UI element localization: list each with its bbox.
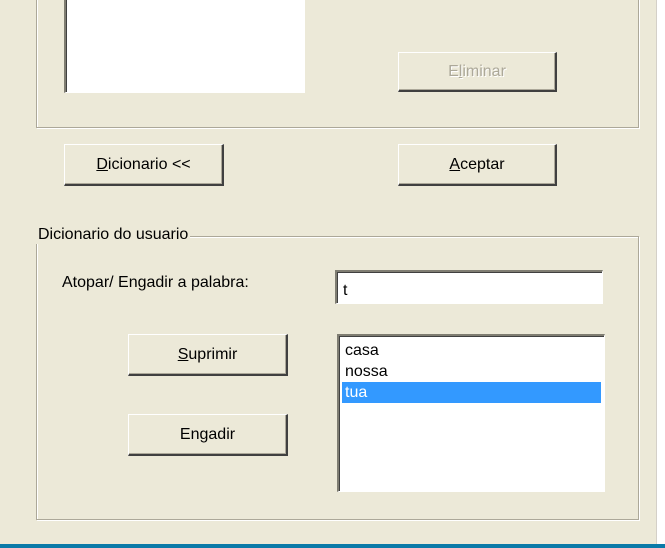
taskbar-strip [0, 544, 665, 548]
top-listbox[interactable] [64, 0, 305, 93]
engadir-button[interactable]: Engadir [128, 414, 288, 456]
eliminar-button[interactable]: El iminar [398, 52, 557, 92]
word-list-item[interactable]: casa [342, 340, 601, 361]
dialog-window: El iminar Dicionario << Aceptar Dicionari… [0, 0, 665, 548]
eliminar-label-suffix: iminar [462, 62, 506, 80]
dicionario-label-rest: icionario << [107, 155, 191, 173]
user-words-listbox[interactable]: casa nossa tua [337, 334, 605, 492]
word-list-item-selected[interactable]: tua [342, 382, 601, 403]
word-list-item[interactable]: nossa [342, 361, 601, 382]
find-add-word-label: Atopar/ Engadir a palabra: [62, 274, 249, 291]
aceptar-button[interactable]: Aceptar [398, 144, 557, 186]
aceptar-label-rest: ceptar [460, 155, 505, 173]
suprimir-button[interactable]: Suprimir [128, 334, 288, 376]
suprimir-label-rest: uprimir [188, 345, 238, 363]
window-right-edge [656, 0, 665, 548]
dicionario-mnemonic: D [96, 155, 108, 173]
aceptar-mnemonic: A [449, 155, 461, 173]
user-dictionary-title: Dicionario do usuario [36, 226, 191, 244]
suprimir-mnemonic: S [177, 345, 189, 363]
eliminar-label-prefix: E [448, 62, 459, 80]
find-add-word-input[interactable] [335, 270, 603, 304]
dicionario-toggle-button[interactable]: Dicionario << [64, 144, 224, 186]
